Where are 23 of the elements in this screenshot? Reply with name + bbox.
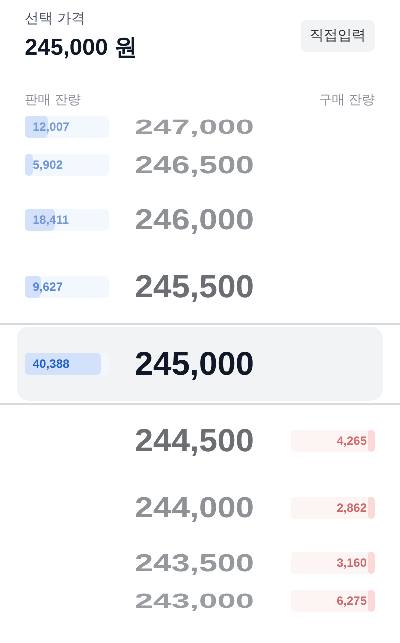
sell-volume: 18,411 xyxy=(32,213,70,227)
buy-volume: 6,275 xyxy=(336,594,368,608)
buy-volume: 4,265 xyxy=(336,434,368,448)
sell-volume-header: 판매 잔량 xyxy=(25,92,82,110)
price-option[interactable]: 244,500 xyxy=(135,422,265,460)
price-option[interactable]: 246,000 xyxy=(135,203,265,237)
selected-price-label: 선택 가격 xyxy=(25,10,86,28)
price-option[interactable]: 245,500 xyxy=(135,268,265,306)
direct-input-button[interactable]: 직접입력 xyxy=(301,20,375,52)
price-option[interactable]: 243,000 xyxy=(135,589,265,613)
sell-volume: 12,007 xyxy=(32,120,71,134)
sell-volume: 5,902 xyxy=(32,158,64,172)
buy-volume-header: 구매 잔량 xyxy=(318,92,375,110)
buy-volume: 2,862 xyxy=(336,501,368,515)
selected-price: 245,000 원 xyxy=(25,33,138,62)
price-option[interactable]: 243,500 xyxy=(135,548,265,578)
price-option[interactable]: 244,000 xyxy=(135,491,265,525)
price-option[interactable]: 246,500 xyxy=(135,150,265,180)
price-option[interactable]: 245,000 xyxy=(135,345,265,383)
price-option[interactable]: 247,000 xyxy=(135,115,265,139)
sell-volume: 9,627 xyxy=(32,280,64,294)
sell-volume: 40,388 xyxy=(32,357,71,371)
buy-volume: 3,160 xyxy=(336,556,368,570)
